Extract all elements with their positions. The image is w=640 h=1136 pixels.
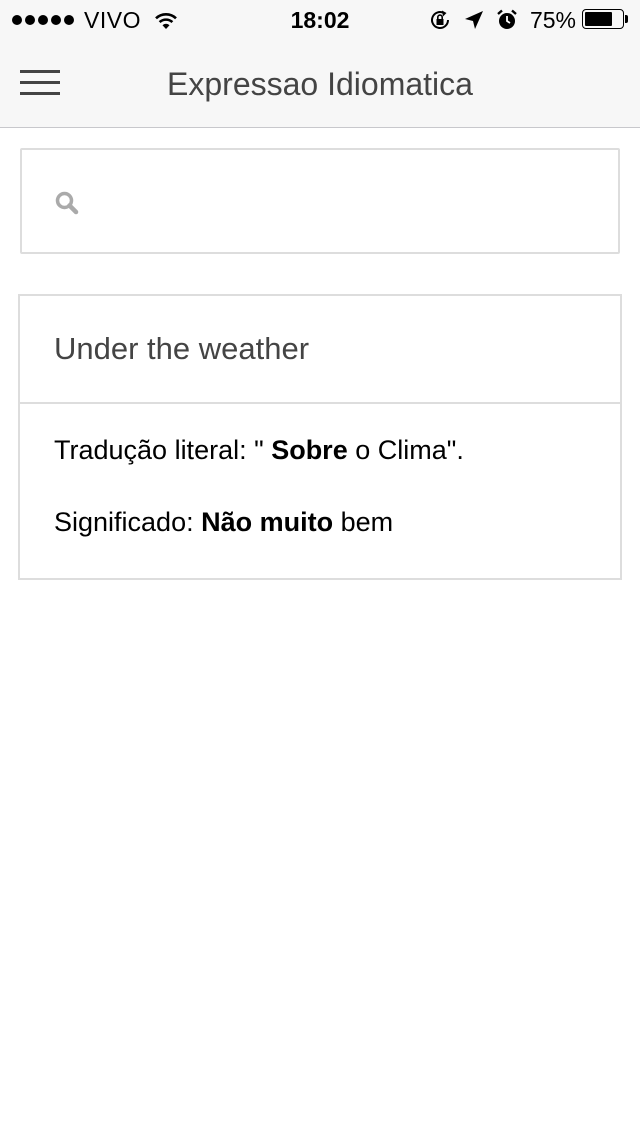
navigation-bar: Expressao Idiomatica (0, 40, 640, 127)
search-input[interactable] (102, 170, 606, 234)
idiom-card[interactable]: Under the weather Tradução literal: " So… (18, 294, 622, 580)
meaning-rest: bem (340, 507, 394, 537)
meaning: Significado: Não muito bem (54, 505, 393, 539)
battery-icon (582, 9, 630, 31)
rotation-lock-icon (430, 10, 449, 29)
location-arrow-icon (464, 11, 483, 29)
idiom-title: Under the weather (54, 331, 310, 366)
search-box[interactable] (20, 148, 620, 254)
translation-rest: o Clima". (355, 435, 464, 465)
meaning-label: Significado: (54, 507, 194, 537)
translation-bold: Sobre (271, 435, 348, 465)
battery-fill (585, 12, 612, 26)
page-title: Expressao Idiomatica (167, 66, 473, 102)
literal-translation: Tradução literal: " Sobre o Clima". (54, 433, 464, 467)
battery-percent: 75% (529, 6, 576, 33)
status-bar: VIVO 18:02 75% (0, 0, 640, 40)
search-icon (55, 191, 79, 215)
alarm-icon (497, 9, 517, 29)
card-header: Under the weather (20, 296, 620, 404)
meaning-bold: Não muito (201, 507, 334, 537)
status-right: 75% (416, 6, 630, 34)
app-header: VIVO 18:02 75% Expressao Idiomatica (0, 0, 640, 128)
translation-label: Tradução literal: " (54, 435, 264, 465)
